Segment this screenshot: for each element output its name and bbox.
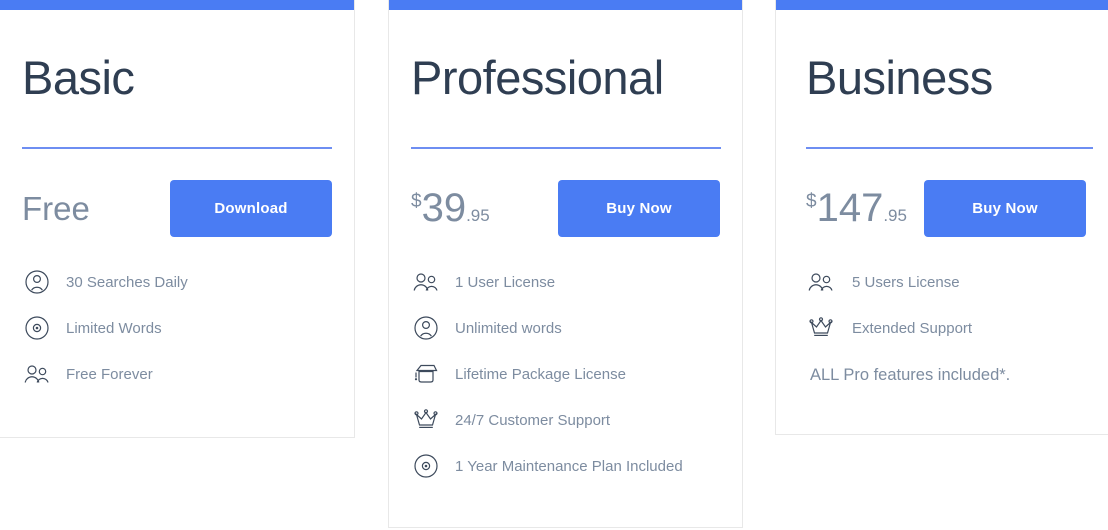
pricing-table: Basic Free Download 30 Searches Daily Li… — [0, 0, 1108, 530]
pricing-card-basic: Basic Free Download 30 Searches Daily Li… — [0, 0, 355, 438]
feature-label: 30 Searches Daily — [66, 273, 188, 291]
users-group-icon — [22, 359, 52, 389]
target-circle-icon — [22, 313, 52, 343]
price-cents: .95 — [466, 206, 490, 225]
title-divider — [411, 147, 721, 149]
card-body: Basic Free Download 30 Searches Daily Li… — [0, 54, 354, 397]
plan-title: Business — [806, 51, 993, 104]
list-item: Extended Support — [806, 305, 1086, 351]
price-row: $ 147 .95 Buy Now — [806, 179, 1086, 237]
price-cents: .95 — [883, 206, 907, 225]
plan-title: Professional — [411, 51, 664, 104]
plan-title: Basic — [22, 51, 135, 104]
list-item: 5 Users License — [806, 259, 1086, 305]
feature-list: 5 Users License Extended Support — [806, 259, 1086, 351]
pricing-card-professional: Professional $ 39 .95 Buy Now 1 User Lic… — [388, 0, 743, 528]
card-body: Professional $ 39 .95 Buy Now 1 User Lic… — [389, 54, 742, 489]
list-item: Lifetime Package License — [411, 351, 720, 397]
user-circle-icon — [22, 267, 52, 297]
pricing-card-business: Business $ 147 .95 Buy Now 5 Users Licen… — [775, 0, 1108, 435]
buy-now-button[interactable]: Buy Now — [558, 179, 720, 237]
feature-label: 1 User License — [455, 273, 556, 291]
list-item: Free Forever — [22, 351, 332, 397]
list-item: 30 Searches Daily — [22, 259, 332, 305]
feature-label: Free Forever — [66, 365, 153, 383]
card-accent-bar — [776, 0, 1108, 10]
plan-note: ALL Pro features included*. — [810, 366, 1011, 384]
card-body: Business $ 147 .95 Buy Now 5 Users Licen… — [776, 54, 1108, 384]
title-divider — [22, 147, 332, 149]
feature-list: 1 User License Unlimited words Lifetime … — [411, 259, 720, 489]
crown-icon — [411, 405, 441, 435]
list-item: Unlimited words — [411, 305, 720, 351]
feature-label: 5 Users License — [852, 273, 960, 291]
users-group-icon — [411, 267, 441, 297]
feature-label: Limited Words — [66, 319, 162, 337]
feature-label: Extended Support — [852, 319, 973, 337]
price-currency: $ — [806, 191, 817, 212]
price-amount: 39 — [421, 186, 467, 230]
price-currency: $ — [411, 191, 422, 212]
users-group-icon — [806, 267, 836, 297]
crown-icon — [806, 313, 836, 343]
download-button[interactable]: Download — [170, 179, 332, 237]
price-amount: 147 — [816, 186, 884, 230]
price-row: Free Download — [22, 179, 332, 237]
plan-price: $ 147 .95 — [806, 186, 907, 230]
plan-price: $ 39 .95 — [411, 186, 490, 230]
package-box-icon — [411, 359, 441, 389]
target-circle-icon — [411, 451, 441, 481]
buy-now-button[interactable]: Buy Now — [924, 179, 1086, 237]
list-item: Limited Words — [22, 305, 332, 351]
user-circle-icon — [411, 313, 441, 343]
title-divider — [806, 147, 1093, 149]
list-item: 1 User License — [411, 259, 720, 305]
feature-label: 1 Year Maintenance Plan Included — [455, 457, 683, 475]
plan-price: Free — [22, 189, 90, 227]
list-item: 24/7 Customer Support — [411, 397, 720, 443]
feature-label: Unlimited words — [455, 319, 562, 337]
card-accent-bar — [0, 0, 354, 10]
price-row: $ 39 .95 Buy Now — [411, 179, 720, 237]
feature-label: 24/7 Customer Support — [455, 411, 611, 429]
card-accent-bar — [389, 0, 742, 10]
feature-list: 30 Searches Daily Limited Words Free For… — [22, 259, 332, 397]
feature-label: Lifetime Package License — [455, 365, 626, 383]
list-item: 1 Year Maintenance Plan Included — [411, 443, 720, 489]
